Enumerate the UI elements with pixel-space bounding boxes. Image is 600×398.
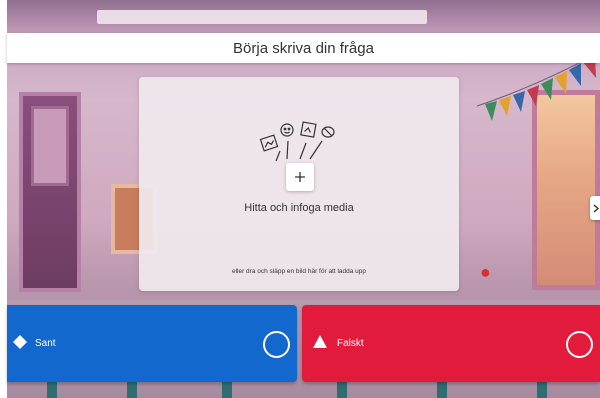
answer-label-false: Falskt bbox=[337, 338, 364, 349]
answer-label-true: Sant bbox=[35, 338, 56, 349]
ceiling-beam bbox=[97, 10, 427, 24]
door-window bbox=[31, 106, 69, 186]
answer-tile-false[interactable]: Falskt bbox=[302, 305, 600, 382]
diamond-icon bbox=[13, 335, 27, 349]
next-arrow-button[interactable] bbox=[590, 196, 600, 220]
correct-answer-toggle[interactable] bbox=[263, 331, 290, 358]
triangle-icon bbox=[313, 335, 327, 348]
question-placeholder: Börja skriva din fråga bbox=[233, 39, 374, 57]
background-door bbox=[19, 92, 81, 292]
answer-tile-true[interactable]: Sant bbox=[7, 305, 297, 382]
chevron-right-icon bbox=[593, 203, 599, 213]
media-upload-area[interactable]: Hitta och infoga media eller dra och slä… bbox=[139, 77, 459, 291]
add-media-button[interactable] bbox=[286, 163, 314, 191]
media-hint: eller dra och släpp en bild här för att … bbox=[231, 268, 367, 275]
media-title: Hitta och infoga media bbox=[244, 202, 354, 214]
apple-icon: ● bbox=[480, 262, 491, 282]
plus-icon bbox=[295, 172, 305, 182]
correct-answer-toggle[interactable] bbox=[566, 331, 593, 358]
media-types-icon bbox=[259, 121, 335, 162]
question-input[interactable]: Börja skriva din fråga bbox=[7, 33, 600, 63]
